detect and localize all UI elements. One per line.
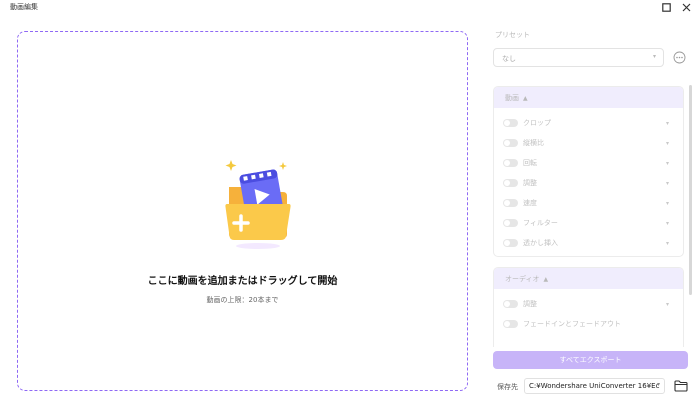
chevron-down-icon: ▾: [665, 239, 669, 247]
option-label: 透かし挿入: [523, 239, 558, 247]
video-option-adjust[interactable]: 調整 ▾: [503, 177, 677, 189]
option-label: クロップ: [523, 119, 551, 127]
toggle-switch[interactable]: [503, 159, 518, 167]
chevron-up-icon: ▲: [543, 276, 549, 283]
chevron-down-icon: ▾: [665, 219, 669, 227]
toggle-switch[interactable]: [503, 139, 518, 147]
option-label: 回転: [523, 159, 537, 167]
toggle-switch[interactable]: [503, 320, 518, 328]
chevron-up-icon: ▲: [523, 95, 528, 102]
toggle-switch[interactable]: [503, 199, 518, 207]
toggle-switch[interactable]: [503, 300, 518, 308]
export-all-button[interactable]: すべてエクスポート: [493, 351, 688, 369]
save-path-value: C:¥Wondershare UniConverter 16¥Ec: [529, 382, 660, 390]
window-title: 動画編集: [10, 3, 38, 11]
video-drop-zone[interactable]: ここに動画を追加またはドラッグして開始 動画の上限：20本まで: [17, 31, 468, 391]
audio-section-title: オーディオ: [505, 275, 540, 283]
toggle-switch[interactable]: [503, 219, 518, 227]
option-label: 調整: [523, 300, 537, 308]
toggle-switch[interactable]: [503, 239, 518, 247]
preset-label: プリセット: [495, 31, 530, 39]
add-video-folder-icon: [225, 160, 291, 249]
drop-instruction: ここに動画を追加またはドラッグして開始: [147, 276, 338, 287]
toggle-switch[interactable]: [503, 179, 518, 187]
video-option-aspect-ratio[interactable]: 縦横比 ▾: [503, 137, 677, 149]
option-label: 縦横比: [523, 139, 544, 147]
option-label: フィルター: [523, 219, 558, 227]
video-option-crop[interactable]: クロップ ▾: [503, 117, 677, 129]
video-option-filter[interactable]: フィルター ▾: [503, 217, 677, 229]
close-icon: [682, 3, 690, 11]
more-options-icon[interactable]: [673, 51, 686, 64]
close-button[interactable]: [679, 0, 693, 14]
audio-section-header[interactable]: オーディオ ▲: [494, 268, 683, 289]
chevron-down-icon: ▾: [665, 199, 669, 207]
preset-dropdown[interactable]: なし ▾: [493, 48, 664, 67]
toggle-switch[interactable]: [503, 119, 518, 127]
video-section-title: 動画: [505, 94, 519, 102]
save-location-dropdown[interactable]: C:¥Wondershare UniConverter 16¥Ec ▾: [524, 378, 665, 394]
panel-scrollbar[interactable]: [689, 85, 692, 295]
audio-option-fade[interactable]: フェードインとフェードアウト: [503, 318, 677, 330]
chevron-down-icon: ▾: [665, 179, 669, 187]
video-section: 動画 ▲ クロップ ▾ 縦横比 ▾ 回転 ▾ 調整 ▾ 速度 ▾ フィルター ▾ …: [493, 86, 684, 257]
folder-icon[interactable]: [674, 380, 688, 392]
option-label: フェードインとフェードアウト: [523, 320, 621, 328]
option-label: 調整: [523, 179, 537, 187]
drop-limit-note: 動画の上限：20本まで: [206, 296, 279, 304]
title-bar: 動画編集: [0, 0, 700, 14]
video-section-header[interactable]: 動画 ▲: [494, 87, 683, 108]
option-label: 速度: [523, 199, 537, 207]
chevron-down-icon: ▾: [665, 119, 669, 127]
preset-value: なし: [502, 55, 516, 63]
save-location-label: 保存先: [497, 383, 518, 391]
chevron-down-icon: ▾: [665, 159, 669, 167]
audio-section: オーディオ ▲ 調整 ▾ フェードインとフェードアウト: [493, 267, 684, 347]
chevron-down-icon: ▾: [656, 381, 660, 388]
chevron-down-icon: ▾: [652, 53, 656, 60]
chevron-down-icon: ▾: [665, 300, 669, 308]
maximize-button[interactable]: [659, 0, 673, 14]
video-option-watermark[interactable]: 透かし挿入 ▾: [503, 237, 677, 249]
maximize-icon: [661, 2, 671, 12]
video-option-speed[interactable]: 速度 ▾: [503, 197, 677, 209]
chevron-down-icon: ▾: [665, 139, 669, 147]
audio-option-adjust[interactable]: 調整 ▾: [503, 298, 677, 310]
video-option-rotate[interactable]: 回転 ▾: [503, 157, 677, 169]
